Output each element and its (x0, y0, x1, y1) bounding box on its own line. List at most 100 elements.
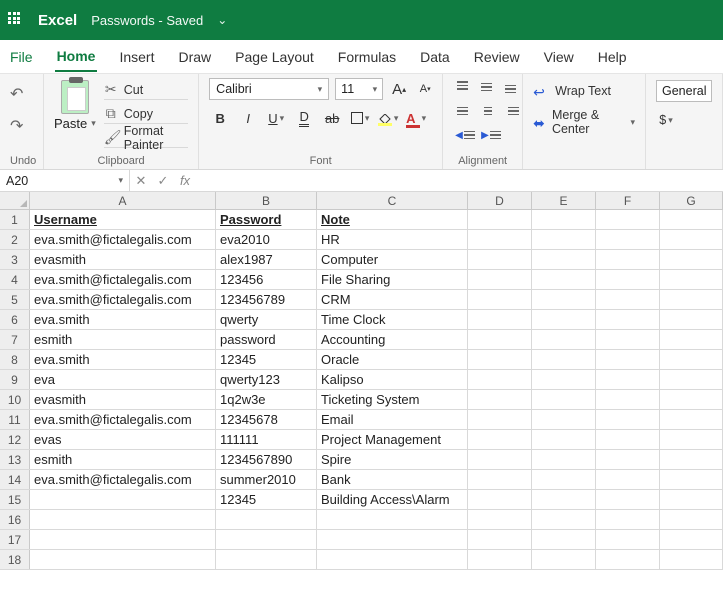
cell[interactable] (317, 530, 468, 549)
col-header-B[interactable]: B (216, 192, 317, 209)
decrease-font-button[interactable]: A▾ (415, 79, 435, 99)
cell[interactable]: eva.smith@fictalegalis.com (30, 270, 216, 289)
cell[interactable]: Username (30, 210, 216, 229)
cell[interactable] (596, 310, 660, 329)
cell[interactable]: Time Clock (317, 310, 468, 329)
cell[interactable]: HR (317, 230, 468, 249)
cell[interactable] (660, 290, 723, 309)
cell[interactable]: Spire (317, 450, 468, 469)
cell[interactable] (532, 370, 596, 389)
cell[interactable] (596, 430, 660, 449)
cell[interactable]: Ticketing System (317, 390, 468, 409)
tab-help[interactable]: Help (596, 43, 629, 71)
cell[interactable] (660, 330, 723, 349)
cell[interactable] (660, 430, 723, 449)
paste-button[interactable]: Paste▾ (54, 116, 96, 131)
cell[interactable] (468, 550, 532, 569)
cell[interactable] (216, 510, 317, 529)
cell[interactable]: 12345678 (216, 410, 317, 429)
cell[interactable]: eva.smith (30, 310, 216, 329)
row-header[interactable]: 12 (0, 430, 30, 449)
cell[interactable]: alex1987 (216, 250, 317, 269)
cell[interactable]: qwerty123 (216, 370, 317, 389)
tab-pagelayout[interactable]: Page Layout (233, 43, 316, 71)
row-header[interactable]: 17 (0, 530, 30, 549)
cell[interactable]: qwerty (216, 310, 317, 329)
cell[interactable] (532, 470, 596, 489)
row-header[interactable]: 11 (0, 410, 30, 429)
row-header[interactable]: 18 (0, 550, 30, 569)
row-header[interactable]: 8 (0, 350, 30, 369)
cell[interactable]: File Sharing (317, 270, 468, 289)
row-header[interactable]: 13 (0, 450, 30, 469)
cell[interactable] (468, 210, 532, 229)
cell[interactable]: 12345 (216, 490, 317, 509)
document-title[interactable]: Passwords - Saved (91, 13, 203, 28)
cell[interactable] (596, 490, 660, 509)
row-header[interactable]: 10 (0, 390, 30, 409)
cell[interactable] (30, 510, 216, 529)
row-header[interactable]: 6 (0, 310, 30, 329)
fill-color-button[interactable]: ▾ (377, 108, 399, 128)
row-header[interactable]: 9 (0, 370, 30, 389)
cell[interactable] (532, 290, 596, 309)
cell[interactable] (660, 550, 723, 569)
wrap-text-button[interactable]: ↩Wrap Text (533, 84, 611, 98)
tab-formulas[interactable]: Formulas (336, 43, 398, 71)
cell[interactable] (532, 270, 596, 289)
cell[interactable]: eva.smith@fictalegalis.com (30, 470, 216, 489)
currency-format-button[interactable]: $▾ (656, 110, 676, 130)
italic-button[interactable]: I (237, 108, 259, 128)
cell[interactable]: eva.smith (30, 350, 216, 369)
name-box[interactable]: A20▾ (0, 170, 130, 191)
cell[interactable] (660, 510, 723, 529)
cell[interactable] (532, 230, 596, 249)
enter-formula-button[interactable]: ✓ (152, 173, 174, 189)
cell[interactable] (532, 410, 596, 429)
cell[interactable] (596, 270, 660, 289)
cell[interactable] (596, 390, 660, 409)
cell[interactable] (468, 470, 532, 489)
cell[interactable] (468, 490, 532, 509)
formula-input[interactable] (196, 170, 723, 191)
cell[interactable] (532, 450, 596, 469)
cell[interactable] (532, 390, 596, 409)
cell[interactable] (596, 250, 660, 269)
row-header[interactable]: 14 (0, 470, 30, 489)
cell[interactable] (660, 310, 723, 329)
underline-button[interactable]: U▾ (265, 108, 287, 128)
cancel-formula-button[interactable]: ✕ (130, 173, 152, 189)
cell[interactable]: Building Access\Alarm (317, 490, 468, 509)
row-header[interactable]: 15 (0, 490, 30, 509)
tab-file[interactable]: File (8, 43, 35, 71)
redo-button[interactable]: ↷ (10, 116, 23, 136)
cell[interactable] (468, 250, 532, 269)
cell[interactable] (468, 310, 532, 329)
cell[interactable]: Email (317, 410, 468, 429)
cell[interactable] (216, 550, 317, 569)
cell[interactable] (596, 230, 660, 249)
cell[interactable]: 111111 (216, 430, 317, 449)
cell[interactable]: Password (216, 210, 317, 229)
cell[interactable]: esmith (30, 450, 216, 469)
col-header-A[interactable]: A (30, 192, 216, 209)
chevron-down-icon[interactable]: ⌄ (217, 13, 227, 27)
tab-home[interactable]: Home (55, 42, 98, 72)
cell[interactable]: eva.smith@fictalegalis.com (30, 290, 216, 309)
cell[interactable]: Note (317, 210, 468, 229)
cell[interactable] (216, 530, 317, 549)
cell[interactable]: Kalipso (317, 370, 468, 389)
cell[interactable] (532, 210, 596, 229)
cell[interactable] (468, 390, 532, 409)
cell[interactable] (532, 430, 596, 449)
cell[interactable] (596, 210, 660, 229)
merge-center-button[interactable]: ⬌Merge & Center▾ (533, 108, 635, 136)
cell[interactable]: eva2010 (216, 230, 317, 249)
cell[interactable] (468, 290, 532, 309)
cell[interactable] (660, 350, 723, 369)
cell[interactable]: 1234567890 (216, 450, 317, 469)
row-header[interactable]: 1 (0, 210, 30, 229)
col-header-D[interactable]: D (468, 192, 532, 209)
cell[interactable] (596, 370, 660, 389)
font-color-button[interactable]: A▾ (405, 108, 427, 128)
